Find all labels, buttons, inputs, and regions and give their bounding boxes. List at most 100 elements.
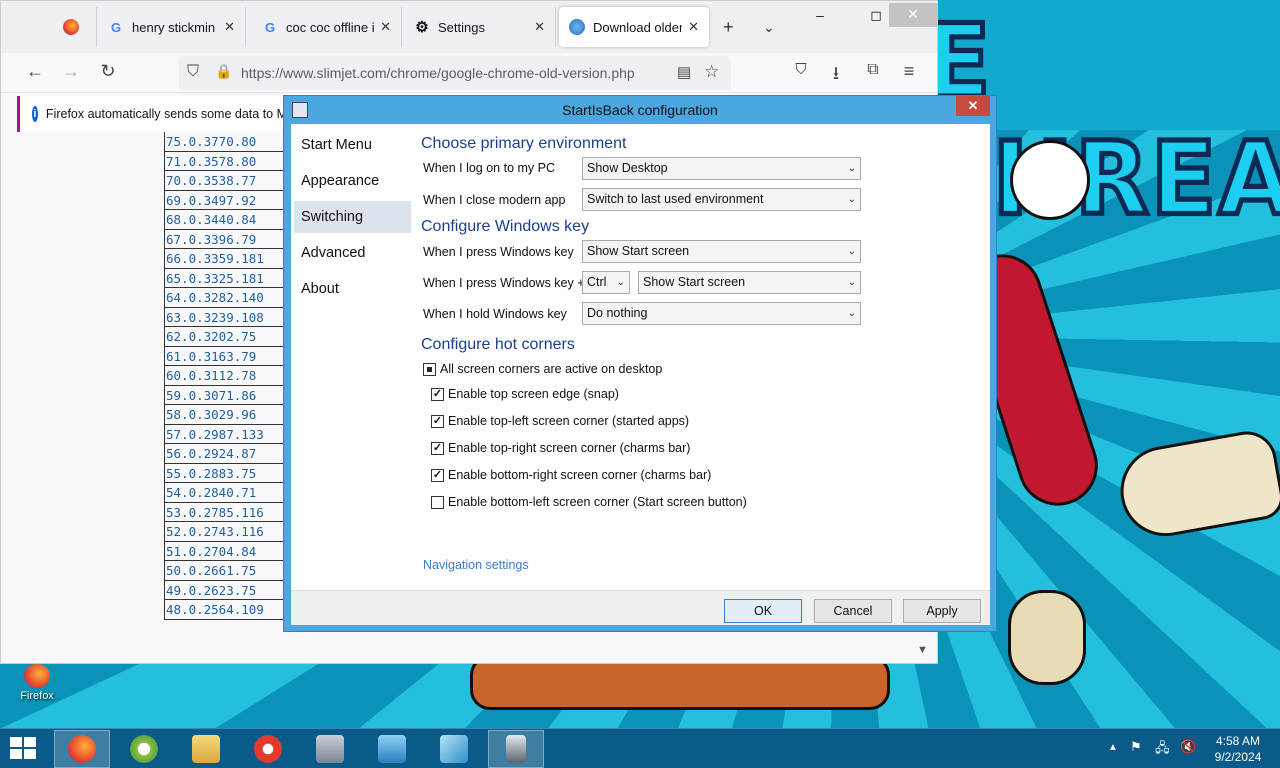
ok-button[interactable]: OK — [724, 599, 802, 623]
version-link[interactable]: 71.0.3578.80 — [165, 152, 286, 171]
taskbar-explorer[interactable] — [178, 730, 234, 768]
version-link[interactable]: 49.0.2623.75 — [165, 581, 286, 600]
checkbox-unchecked[interactable] — [431, 495, 444, 509]
navigation-settings-link[interactable]: Navigation settings — [423, 558, 529, 572]
taskbar-control-panel[interactable] — [364, 730, 420, 768]
version-link[interactable]: 66.0.3359.181 — [165, 249, 286, 269]
taskbar-firefox[interactable] — [54, 730, 110, 768]
address-bar[interactable]: ⛉ 🔒 https://www.slimjet.com/chrome/googl… — [179, 56, 731, 90]
checkmark-icon[interactable]: ✓ — [431, 387, 444, 401]
pocket-icon[interactable]: ⛉ — [789, 61, 813, 78]
network-icon[interactable]: 🖧 — [1155, 739, 1170, 761]
dialog-titlebar[interactable]: StartIsBack configuration ✕ — [284, 96, 996, 124]
version-link[interactable]: 52.0.2743.116 — [165, 522, 286, 542]
version-link[interactable]: 67.0.3396.79 — [165, 230, 286, 249]
sidebar-item-start-menu[interactable]: Start Menu — [294, 129, 411, 161]
start-button[interactable] — [10, 737, 38, 761]
flag-icon[interactable]: ⚑ — [1130, 739, 1142, 755]
bottom-right-checkbox[interactable]: ✓ Enable bottom-right screen corner (char… — [431, 468, 711, 482]
version-link[interactable]: 70.0.3538.77 — [165, 171, 286, 191]
top-right-checkbox[interactable]: ✓ Enable top-right screen corner (charms … — [431, 441, 690, 455]
version-link[interactable]: 62.0.3202.75 — [165, 327, 286, 347]
forward-icon[interactable]: → — [59, 61, 83, 82]
taskbar-app-cubes[interactable] — [426, 730, 482, 768]
modifier-select[interactable]: Ctrl ⌄ — [582, 271, 630, 294]
sidebar-item-appearance[interactable]: Appearance — [294, 165, 411, 197]
menu-icon[interactable]: ≡ — [897, 61, 921, 82]
version-link[interactable]: 53.0.2785.116 — [165, 503, 286, 522]
dialog-close-button[interactable]: ✕ — [956, 96, 990, 116]
windows-logo-tile — [24, 749, 36, 759]
system-clock[interactable]: 4:58 AM 9/2/2024 — [1205, 733, 1271, 765]
tab-download-older[interactable]: Download older v ✕ — [559, 7, 709, 47]
version-link[interactable]: 61.0.3163.79 — [165, 347, 286, 366]
desktop-icon-firefox[interactable]: Firefox — [12, 664, 62, 704]
volume-muted-icon[interactable]: 🔇 — [1180, 739, 1196, 755]
extensions-icon[interactable]: ⧉ — [861, 61, 885, 79]
tab-label: Settings — [438, 19, 485, 35]
bottom-right-label: Enable bottom-right screen corner (charm… — [448, 468, 712, 482]
checkmark-icon[interactable]: ✓ — [431, 468, 444, 482]
bottom-left-checkbox[interactable]: Enable bottom-left screen corner (Start … — [431, 495, 747, 509]
minimize-button[interactable]: – — [797, 1, 843, 31]
cancel-button[interactable]: Cancel — [814, 599, 892, 623]
version-link[interactable]: 63.0.3239.108 — [165, 308, 286, 327]
top-edge-checkbox[interactable]: ✓ Enable top screen edge (snap) — [431, 387, 619, 401]
taskbar: ▲ ⚑ 🖧 🔇 4:58 AM 9/2/2024 — [0, 728, 1280, 768]
version-link[interactable]: 68.0.3440.84 — [165, 210, 286, 230]
new-tab-icon[interactable]: + — [723, 17, 734, 38]
close-icon[interactable]: ✕ — [534, 19, 545, 35]
version-link[interactable]: 56.0.2924.87 — [165, 444, 286, 464]
logon-select[interactable]: Show Desktop ⌄ — [582, 157, 861, 180]
chevron-down-icon[interactable]: ⌄ — [763, 19, 775, 36]
version-link[interactable]: 51.0.2704.84 — [165, 542, 286, 561]
tab-coc-coc[interactable]: G coc coc offline ins ✕ — [252, 7, 402, 47]
version-link[interactable]: 55.0.2883.75 — [165, 464, 286, 483]
version-link[interactable]: 58.0.3029.96 — [165, 405, 286, 425]
close-icon[interactable]: ✕ — [380, 19, 391, 35]
press-key-select[interactable]: Show Start screen ⌄ — [582, 240, 861, 263]
tray-expand-icon[interactable]: ▲ — [1108, 742, 1118, 753]
version-link[interactable]: 48.0.2564.109 — [165, 600, 286, 620]
all-corners-checkbox[interactable]: All screen corners are active on desktop — [423, 362, 662, 376]
sidebar-item-switching[interactable]: Switching — [294, 201, 411, 233]
checkmark-icon[interactable]: ✓ — [431, 441, 444, 455]
taskbar-app-red[interactable] — [240, 730, 296, 768]
close-app-select[interactable]: Switch to last used environment ⌄ — [582, 188, 861, 211]
sidebar-item-advanced[interactable]: Advanced — [294, 237, 411, 269]
apply-button[interactable]: Apply — [903, 599, 981, 623]
checkbox-indeterminate[interactable] — [423, 362, 436, 376]
close-icon[interactable]: ✕ — [224, 19, 235, 35]
sidebar-item-about[interactable]: About — [294, 273, 411, 305]
scroll-down-arrow[interactable]: ▼ — [917, 644, 928, 656]
shield-icon[interactable]: ⛉ — [187, 63, 199, 81]
version-link[interactable]: 54.0.2840.71 — [165, 483, 286, 503]
version-link[interactable]: 75.0.3770.80 — [165, 132, 286, 152]
top-left-checkbox[interactable]: ✓ Enable top-left screen corner (started … — [431, 414, 689, 428]
version-link[interactable]: 64.0.3282.140 — [165, 288, 286, 308]
press-key-plus-select[interactable]: Show Start screen ⌄ — [638, 271, 861, 294]
lock-icon[interactable]: 🔒 — [215, 63, 232, 80]
reader-view-icon[interactable]: ▤ — [677, 63, 691, 81]
tab-firefox[interactable] — [39, 7, 97, 47]
taskbar-startisback[interactable] — [488, 730, 544, 768]
hold-key-select[interactable]: Do nothing ⌄ — [582, 302, 861, 325]
close-icon[interactable]: ✕ — [688, 19, 699, 35]
back-icon[interactable]: ← — [23, 61, 47, 82]
checkmark-icon[interactable]: ✓ — [431, 414, 444, 428]
version-link[interactable]: 59.0.3071.86 — [165, 386, 286, 405]
reload-icon[interactable]: ↻ — [96, 61, 120, 82]
bookmark-star-icon[interactable]: ☆ — [704, 62, 719, 82]
close-window-button[interactable]: ✕ — [889, 3, 937, 27]
version-link[interactable]: 69.0.3497.92 — [165, 191, 286, 210]
version-link[interactable]: 50.0.2661.75 — [165, 561, 286, 581]
url-text[interactable]: https://www.slimjet.com/chrome/google-ch… — [241, 65, 635, 81]
taskbar-coccoc[interactable] — [116, 730, 172, 768]
tab-henry-stickmin[interactable]: G henry stickmin trip ✕ — [98, 7, 246, 47]
version-link[interactable]: 65.0.3325.181 — [165, 269, 286, 288]
version-link[interactable]: 57.0.2987.133 — [165, 425, 286, 444]
download-icon[interactable]: ⭳ — [824, 61, 848, 91]
tab-settings[interactable]: ⚙ Settings ✕ — [404, 7, 556, 47]
taskbar-computer[interactable] — [302, 730, 358, 768]
version-link[interactable]: 60.0.3112.78 — [165, 366, 286, 386]
